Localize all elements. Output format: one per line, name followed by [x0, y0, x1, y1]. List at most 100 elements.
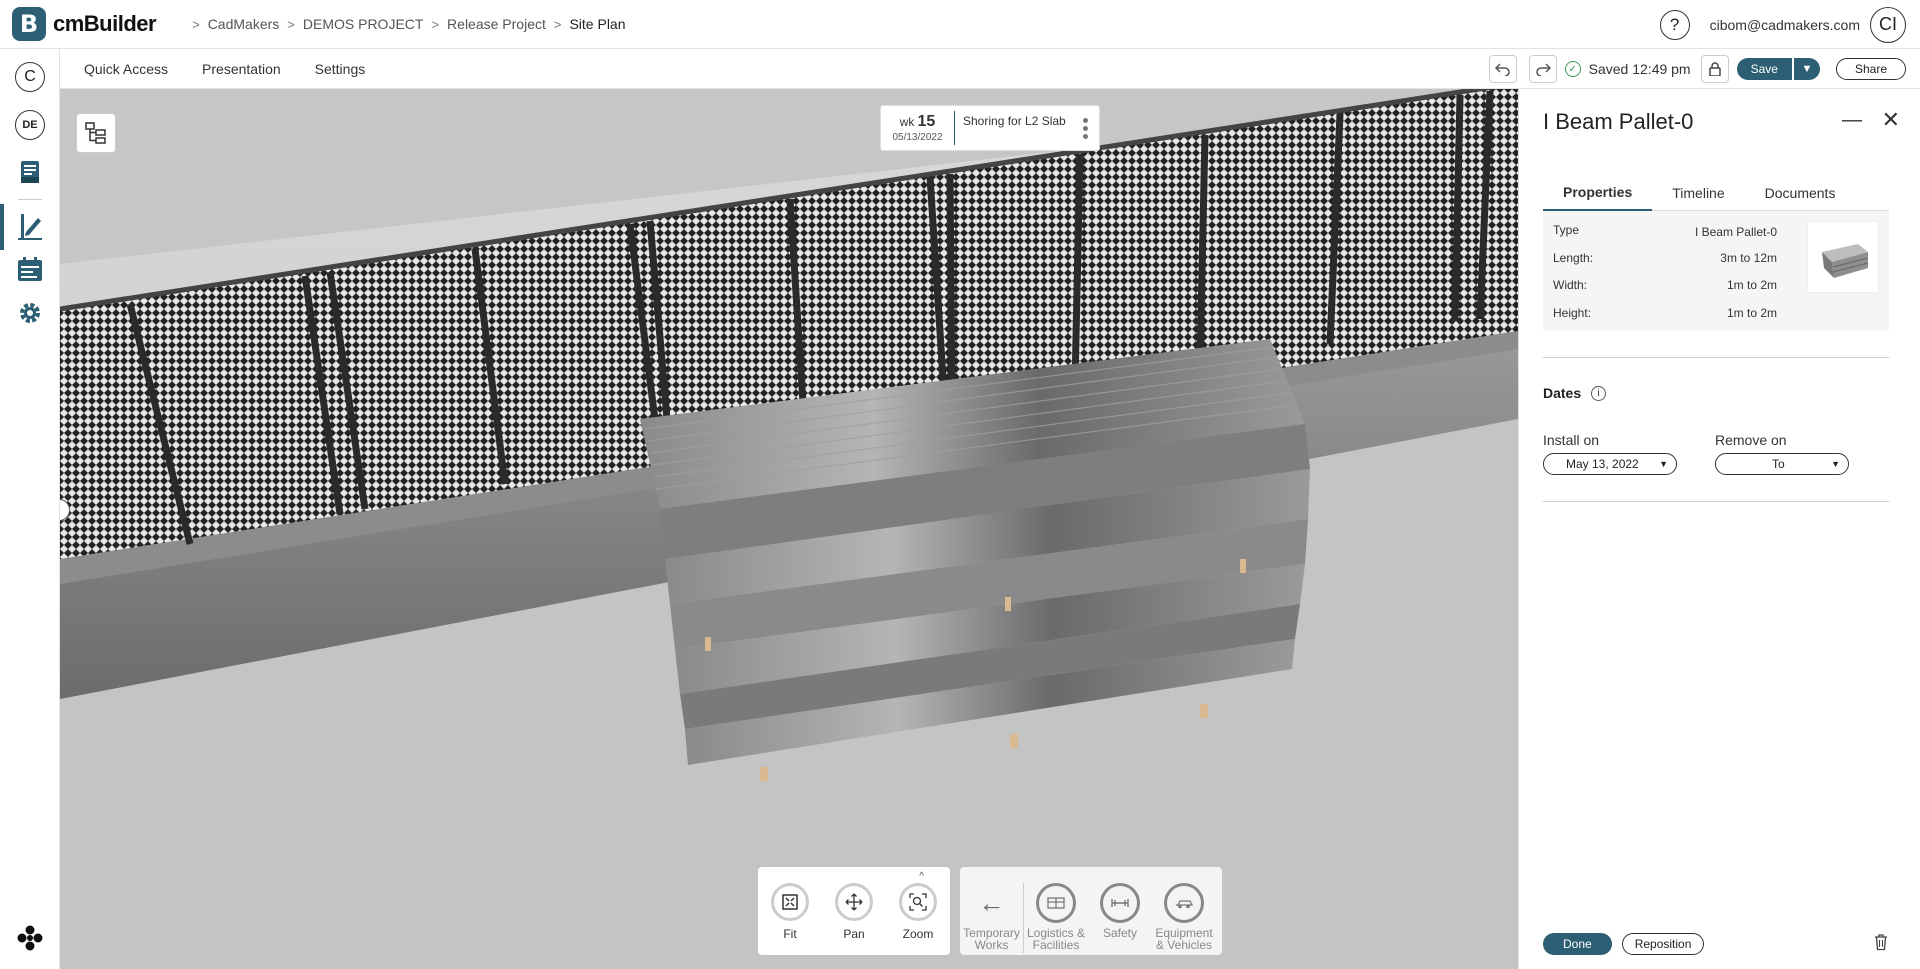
chevron-right-icon: >: [553, 16, 562, 32]
save-button-group: Save ▼: [1736, 58, 1820, 80]
category-equipment-button[interactable]: Equipment & Vehicles: [1152, 883, 1216, 951]
info-icon[interactable]: i: [1591, 385, 1607, 401]
remove-date-select[interactable]: To ▼: [1715, 453, 1849, 475]
prop-label: Height:: [1553, 306, 1592, 320]
sidebar-item-document[interactable]: [14, 156, 46, 188]
logistics-icon: [1036, 883, 1076, 923]
done-button[interactable]: Done: [1543, 933, 1612, 955]
breadcrumb: > CadMakers > DEMOS PROJECT > Release Pr…: [184, 16, 625, 32]
company-switcher-button[interactable]: C: [14, 61, 46, 93]
breadcrumb-item-company[interactable]: CadMakers: [208, 16, 280, 32]
week-label: wk: [899, 115, 915, 129]
zoom-tool-button[interactable]: Zoom: [890, 883, 946, 941]
prop-label: Length:: [1553, 251, 1594, 265]
lock-icon: [1708, 62, 1721, 76]
delete-button[interactable]: [1873, 933, 1889, 956]
more-vertical-icon[interactable]: [1079, 117, 1091, 139]
check-circle-icon: ✓: [1564, 61, 1581, 77]
menu-presentation[interactable]: Presentation: [202, 61, 281, 77]
prop-row-width: Width: 1m to 2m: [1553, 278, 1777, 292]
prop-row-type: Type I Beam Pallet-0: [1553, 223, 1777, 239]
sidebar-item-site-plan[interactable]: [14, 211, 46, 243]
calendar-icon: [18, 257, 42, 281]
install-on-label: Install on: [1543, 432, 1600, 448]
avatar[interactable]: CI: [1870, 6, 1906, 43]
share-button[interactable]: Share: [1835, 58, 1906, 80]
chevron-right-icon: >: [431, 16, 440, 32]
sidebar-item-settings[interactable]: [14, 297, 46, 329]
zoom-icon: [899, 883, 937, 921]
vehicle-icon: [1164, 883, 1204, 923]
install-date-select[interactable]: May 13, 2022 ▼: [1543, 453, 1677, 475]
task-date: 05/13/2022: [892, 132, 943, 143]
reposition-button[interactable]: Reposition: [1621, 933, 1705, 955]
breadcrumb-item-release[interactable]: Release Project: [447, 16, 546, 32]
divider: [1543, 501, 1889, 502]
gear-icon: [20, 303, 40, 323]
arrow-left-icon: ←: [978, 887, 1005, 918]
safety-icon: [1100, 883, 1140, 923]
properties-panel: I Beam Pallet-0 — ✕ Properties Timeline …: [1518, 89, 1920, 969]
caret-down-icon: ▼: [1831, 459, 1840, 469]
lock-button[interactable]: [1700, 55, 1729, 83]
left-sidebar: C DE: [0, 49, 60, 969]
logistics-label-line2: Facilities: [1032, 938, 1080, 952]
drawing-pencil-icon: [18, 214, 42, 240]
pan-label: Pan: [843, 927, 865, 941]
menu-quick-access[interactable]: Quick Access: [84, 61, 168, 77]
prop-value: 3m to 12m: [1720, 251, 1777, 265]
apps-menu-button[interactable]: [14, 922, 46, 954]
sidebar-item-schedule[interactable]: [14, 254, 46, 286]
week-number: 15: [917, 113, 936, 130]
divider: [1543, 357, 1889, 358]
chevron-right-icon: ›: [60, 504, 61, 516]
tab-documents[interactable]: Documents: [1745, 175, 1856, 211]
fit-label: Fit: [783, 927, 797, 941]
panel-footer: Done Reposition: [1543, 931, 1889, 957]
menu-bar: Quick Access Presentation Settings ✓ Sav…: [60, 49, 1920, 89]
tab-timeline[interactable]: Timeline: [1652, 175, 1744, 211]
minimize-icon[interactable]: —: [1842, 109, 1862, 132]
equipment-label-line2: & Vehicles: [1155, 938, 1213, 952]
install-date-value: May 13, 2022: [1566, 457, 1639, 471]
active-indicator: [0, 204, 4, 250]
save-button[interactable]: Save: [1736, 58, 1792, 80]
site-scene-render: [60, 89, 1518, 969]
document-icon: [21, 161, 39, 183]
chevron-up-icon[interactable]: ^: [919, 871, 924, 882]
help-button[interactable]: ?: [1659, 9, 1690, 40]
chevron-right-icon: >: [287, 16, 295, 32]
tab-properties[interactable]: Properties: [1543, 175, 1653, 211]
redo-button[interactable]: [1528, 55, 1557, 83]
user-email[interactable]: cibom@cadmakers.com: [1710, 17, 1860, 33]
user-initials-button[interactable]: DE: [14, 109, 46, 141]
category-safety-button[interactable]: Safety: [1088, 883, 1152, 939]
category-logistics-button[interactable]: Logistics & Facilities: [1024, 883, 1088, 951]
category-toolbar: ← Temporary Works Logistics & Facilities S…: [960, 867, 1222, 955]
navigation-toolbar: ^ Fit Pan Zoom: [758, 867, 950, 955]
close-icon[interactable]: ✕: [1882, 107, 1900, 133]
app-logo[interactable]: B cmBuilder: [12, 7, 157, 41]
save-options-button[interactable]: ▼: [1793, 58, 1820, 80]
temporary-works-back-button[interactable]: ← Temporary Works: [960, 883, 1024, 953]
task-card[interactable]: wk 15 05/13/2022 Shoring for L2 Slab: [880, 105, 1100, 151]
fit-tool-button[interactable]: Fit: [762, 883, 818, 941]
menu-settings[interactable]: Settings: [315, 61, 366, 77]
pan-icon: [835, 883, 873, 921]
breadcrumb-item-current: Site Plan: [569, 16, 626, 32]
pan-tool-button[interactable]: Pan: [826, 883, 882, 941]
dates-heading: Dates i: [1543, 385, 1607, 401]
scene-tree-button[interactable]: [76, 113, 116, 153]
remove-date-value: To: [1772, 457, 1785, 471]
breadcrumb-item-project[interactable]: DEMOS PROJECT: [303, 16, 424, 32]
prop-label: Type: [1553, 223, 1580, 237]
redo-icon: [1535, 63, 1551, 76]
panel-tabs: Properties Timeline Documents: [1543, 175, 1889, 211]
prop-row-length: Length: 3m to 12m: [1553, 251, 1777, 265]
undo-button[interactable]: [1488, 55, 1517, 83]
chevron-right-icon: >: [192, 16, 200, 32]
remove-on-label: Remove on: [1715, 432, 1787, 448]
back-label-line2: Works: [974, 938, 1009, 952]
logo-mark-icon: B: [12, 7, 46, 41]
3d-viewport[interactable]: › wk15 05/13/2022 Shoring for L2 Slab ^ …: [60, 89, 1518, 969]
